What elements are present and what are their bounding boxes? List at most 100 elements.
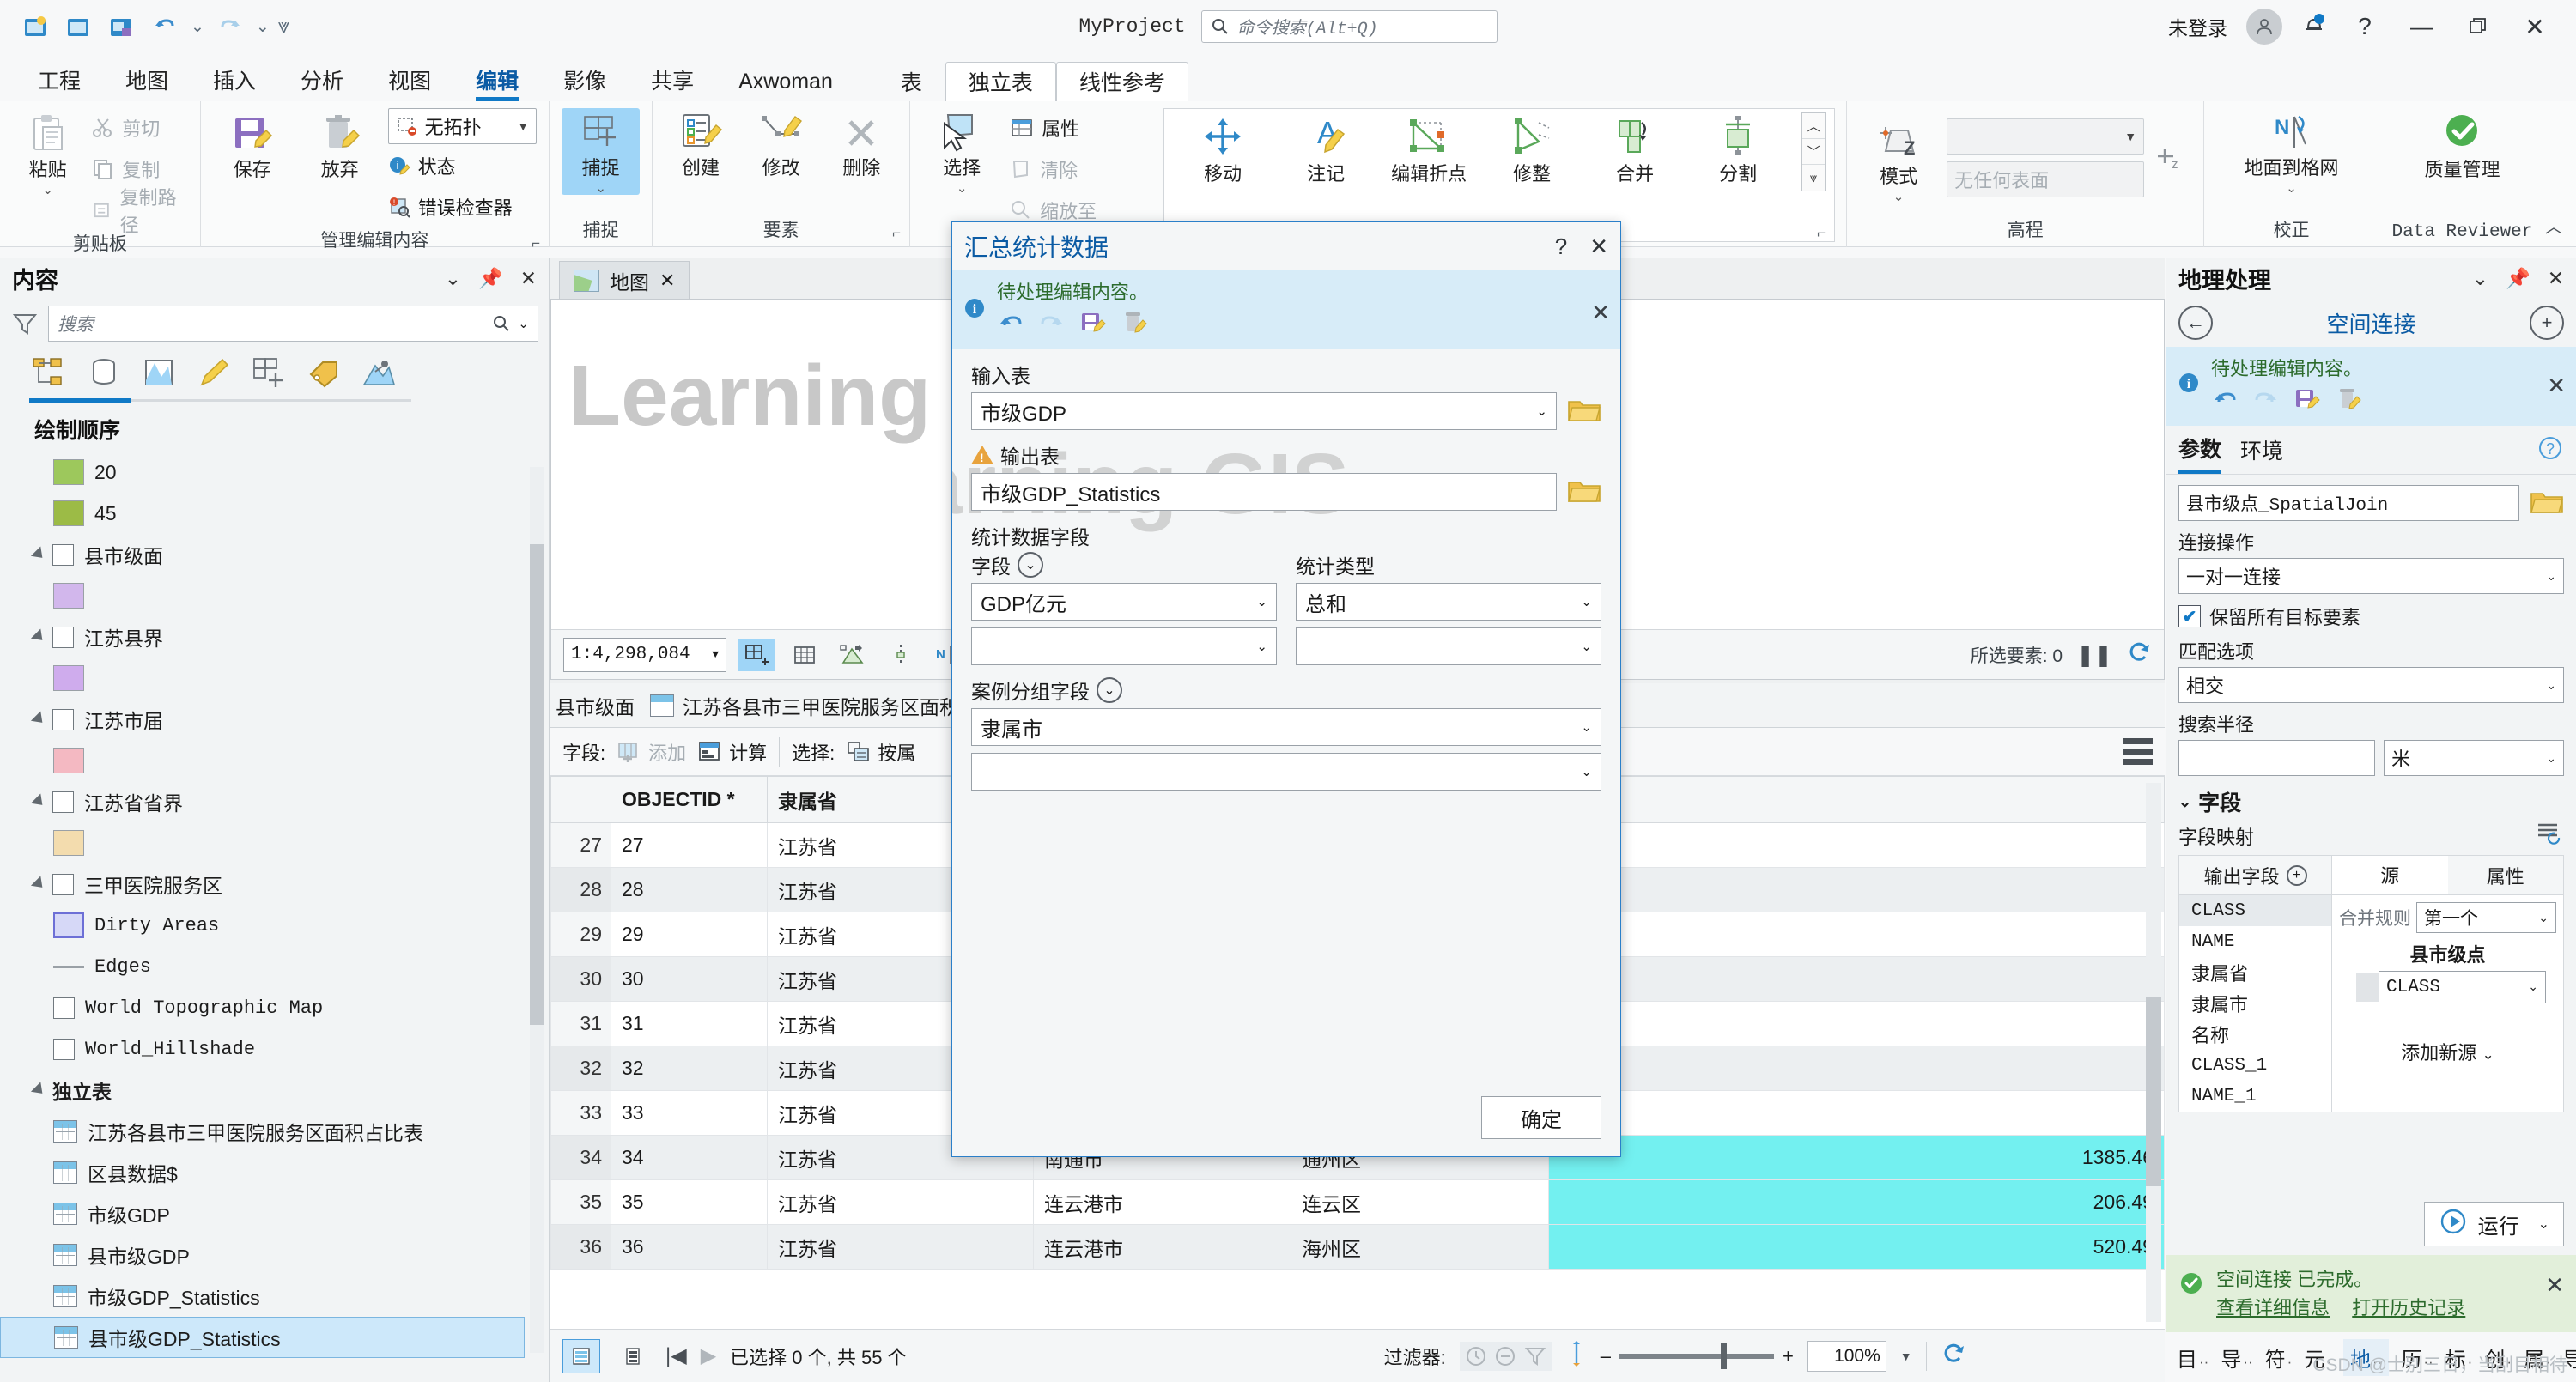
gallery-expand-icon[interactable]: ⩔ (1802, 165, 1825, 191)
search-radius-unit-select[interactable]: 米 ⌄ (2384, 740, 2564, 776)
undo-edits-icon[interactable] (2211, 386, 2239, 417)
case-field-select-2[interactable]: ⌄ (971, 753, 1601, 791)
contents-search-input[interactable]: 搜索 ⌄ (48, 306, 538, 342)
quality-management-button[interactable]: 质量管理 (2397, 108, 2526, 180)
close-icon[interactable]: ✕ (2548, 267, 2564, 290)
ribbon-tab-insert[interactable]: 插入 (191, 60, 278, 103)
cut-button[interactable]: 剪切 (92, 108, 187, 148)
side-tab-catalog[interactable]: 目·· (2177, 1343, 2208, 1373)
expand-arrow-icon[interactable] (31, 546, 47, 562)
cell-objectid[interactable]: 35 (611, 1180, 768, 1225)
table-row[interactable]: 3636江苏省连云港市海州区520.49 (551, 1225, 2165, 1270)
cell-objectid[interactable]: 36 (611, 1225, 768, 1270)
reset-field-map-icon[interactable] (2535, 821, 2564, 852)
zoom-slider-track[interactable] (1619, 1354, 1774, 1359)
browse-folder-icon[interactable] (1567, 397, 1601, 426)
dialog-launcher-icon[interactable]: ⌐ (1817, 225, 1826, 242)
annotation-tool-button[interactable]: A 注记 (1286, 112, 1365, 185)
cell-objectid[interactable]: 30 (611, 957, 768, 1002)
row-number[interactable]: 31 (551, 1002, 611, 1046)
output-field-item[interactable]: NAME_1 (2179, 1081, 2331, 1112)
layer-item-sanjia-topology[interactable]: 三甲医院服务区 (0, 864, 549, 905)
row-number[interactable]: 36 (551, 1225, 611, 1270)
source-field-select[interactable]: CLASS ⌄ (2379, 971, 2546, 1003)
case-field-select-1[interactable]: 隶属市 ⌄ (971, 708, 1601, 746)
side-tab-symbology[interactable]: 符· (2265, 1343, 2293, 1373)
chevron-down-icon[interactable]: ⌄ (1581, 764, 1592, 779)
list-by-drawing-order-icon[interactable] (29, 354, 69, 391)
list-by-editing-icon[interactable] (194, 354, 234, 391)
output-table-input[interactable]: 市级GDP_Statistics (971, 473, 1557, 511)
cell-objectid[interactable]: 34 (611, 1136, 768, 1180)
chevron-down-icon[interactable]: ⌄ (1256, 594, 1267, 609)
list-by-snapping-icon[interactable] (249, 354, 289, 391)
help-icon[interactable]: ? (2537, 434, 2564, 472)
output-field-item[interactable]: 隶属省 (2179, 957, 2331, 988)
first-record-icon[interactable]: |◀ (665, 1343, 687, 1368)
refresh-table-icon[interactable] (1941, 1341, 1966, 1372)
cell-gdp[interactable] (1549, 868, 2165, 912)
grid-icon[interactable] (787, 639, 823, 671)
cell-objectid[interactable]: 28 (611, 868, 768, 912)
elevation-surface-input[interactable]: 无任何表面 (1947, 161, 2144, 197)
chevron-down-icon[interactable]: ⌄ (595, 182, 606, 195)
add-grid-icon[interactable] (738, 639, 775, 671)
chevron-down-icon[interactable]: ⌄ (1581, 639, 1592, 654)
status-button[interactable]: i 状态 (388, 146, 537, 185)
close-icon[interactable]: ✕ (659, 270, 675, 292)
layer-item-jiangsuxianjie[interactable]: 江苏县界 (0, 616, 549, 658)
gallery-scroll-up-icon[interactable]: ︿ (1802, 113, 1825, 139)
contextual-tab-linear-referencing[interactable]: 线性参考 (1056, 62, 1188, 103)
chevron-down-icon[interactable]: ⌄ (2286, 182, 2297, 195)
cell-objectid[interactable]: 29 (611, 912, 768, 957)
layer-checkbox[interactable] (52, 544, 74, 566)
output-field-item[interactable]: CLASS (2179, 895, 2331, 926)
collapse-ribbon-icon[interactable]: ︿ (2545, 213, 2576, 246)
layer-checkbox[interactable] (52, 627, 74, 648)
standalone-table-item[interactable]: 市级GDP (0, 1193, 549, 1234)
cell-gdp[interactable] (1549, 1091, 2165, 1136)
refresh-icon[interactable] (2126, 639, 2152, 670)
selected-records-view-button[interactable] (614, 1339, 652, 1373)
expand-arrow-icon[interactable] (31, 711, 47, 727)
chevron-down-icon[interactable]: ⌄ (2538, 1215, 2549, 1233)
calculate-field-button[interactable]: 计算 (698, 738, 767, 766)
summary-statistics-dialog[interactable]: 汇总统计数据 ? ✕ i 待处理编辑内容。 (951, 221, 1621, 1157)
select-button[interactable]: 选择 ⌄ (922, 108, 1001, 195)
standalone-table-item[interactable]: 江苏各县市三甲医院服务区面积占比表 (0, 1111, 549, 1152)
help-icon[interactable]: ? (2346, 9, 2384, 44)
chevron-down-icon[interactable]: ▼ (712, 648, 719, 661)
stat-type-select-1[interactable]: 总和 ⌄ (1296, 583, 1601, 621)
ribbon-tab-map[interactable]: 地图 (103, 60, 191, 103)
toast-close-icon[interactable]: ✕ (2545, 1272, 2564, 1299)
layer-item-xianshijimian[interactable]: 县市级面 (0, 534, 549, 575)
grid-vertical-scrollbar[interactable] (2146, 783, 2161, 1322)
split-button[interactable]: 分割 (1698, 112, 1777, 185)
row-number[interactable]: 30 (551, 957, 611, 1002)
cell-gdp[interactable]: 206.49 (1549, 1180, 2165, 1225)
range-filter-icon[interactable] (1494, 1345, 1518, 1367)
join-operation-select[interactable]: 一对一连接 ⌄ (2178, 558, 2564, 594)
ground-to-grid-button[interactable]: N 地面到格网 ⌄ (2219, 108, 2365, 195)
sort-icon[interactable] (1566, 1341, 1587, 1372)
expand-arrow-icon[interactable] (31, 876, 47, 892)
layer-item-jiangsushijie[interactable]: 江苏市届 (0, 699, 549, 740)
chevron-down-icon[interactable]: ⌄ (1018, 552, 1043, 578)
run-button[interactable]: 运行 ⌄ (2424, 1202, 2564, 1246)
match-option-select[interactable]: 相交 ⌄ (2178, 667, 2564, 703)
pause-drawing-icon[interactable]: ❚❚ (2076, 642, 2112, 668)
basemap-item-world-hillshade[interactable]: World_Hillshade (0, 1028, 549, 1070)
discard-edits-button[interactable]: 放弃 (301, 108, 380, 180)
dialog-help-icon[interactable]: ? (1555, 233, 1567, 260)
redo-edits-icon[interactable] (1038, 310, 1066, 341)
source-drag-handle[interactable] (2356, 973, 2379, 1002)
search-icon[interactable] (492, 314, 511, 333)
contextual-tab-standalone-table[interactable]: 独立表 (945, 62, 1056, 103)
chevron-down-icon[interactable]: ⌄ (1581, 719, 1592, 735)
column-header-objectid[interactable]: OBJECTID * (611, 777, 768, 823)
browse-folder-icon[interactable] (1567, 477, 1601, 506)
add-z-icon[interactable]: z (2153, 115, 2184, 180)
close-button[interactable]: ✕ (2516, 9, 2554, 44)
ribbon-tab-view[interactable]: 视图 (366, 60, 453, 103)
discard-edits-icon[interactable] (1121, 310, 1148, 341)
